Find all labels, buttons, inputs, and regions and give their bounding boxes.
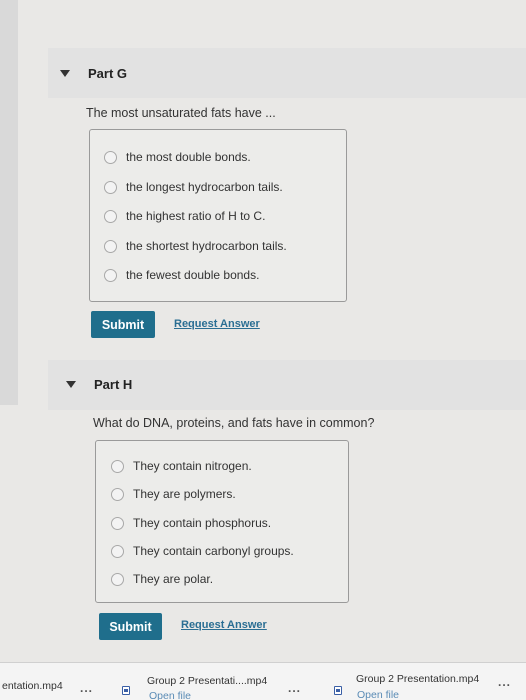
radio-button[interactable]: [111, 459, 124, 473]
part-h-option[interactable]: They are polymers.: [111, 487, 236, 501]
more-options-icon[interactable]: ...: [498, 675, 511, 689]
part-g-option[interactable]: the most double bonds.: [104, 150, 251, 164]
option-label: the most double bonds.: [126, 150, 251, 164]
part-h-question: What do DNA, proteins, and fats have in …: [93, 416, 375, 430]
file-icon: [334, 686, 342, 695]
part-g-option[interactable]: the highest ratio of H to C.: [104, 209, 265, 223]
more-options-icon[interactable]: ...: [80, 681, 93, 695]
file-icon: [122, 686, 130, 695]
radio-button[interactable]: [111, 572, 124, 586]
part-g-options-box: the most double bonds. the longest hydro…: [89, 129, 347, 302]
option-label: They contain nitrogen.: [133, 459, 252, 473]
radio-button[interactable]: [111, 487, 124, 501]
radio-button[interactable]: [111, 516, 124, 530]
part-h-option[interactable]: They contain nitrogen.: [111, 459, 252, 473]
option-label: the shortest hydrocarbon tails.: [126, 239, 287, 253]
left-sidebar-strip: [0, 0, 18, 405]
option-label: They contain phosphorus.: [133, 516, 272, 530]
part-g-header[interactable]: Part G: [60, 66, 127, 81]
radio-button[interactable]: [104, 180, 117, 194]
part-g-request-answer-link[interactable]: Request Answer: [174, 318, 260, 330]
part-g-option[interactable]: the longest hydrocarbon tails.: [104, 180, 283, 194]
download-bar: entation.mp4 ... Group 2 Presentati....m…: [0, 662, 526, 700]
part-g-submit-button[interactable]: Submit: [91, 311, 155, 338]
part-h-option[interactable]: They contain carbonyl groups.: [111, 544, 294, 558]
more-options-icon[interactable]: ...: [288, 681, 301, 695]
option-label: They are polar.: [133, 572, 214, 586]
option-label: the longest hydrocarbon tails.: [126, 180, 283, 194]
radio-button[interactable]: [104, 268, 117, 282]
part-h-title: Part H: [94, 377, 133, 392]
caret-down-icon[interactable]: [66, 381, 76, 388]
radio-button[interactable]: [104, 150, 117, 164]
option-label: They contain carbonyl groups.: [133, 544, 294, 558]
download-item-name[interactable]: Group 2 Presentati....mp4: [147, 675, 267, 687]
option-label: the fewest double bonds.: [126, 268, 260, 282]
part-h-option[interactable]: They contain phosphorus.: [111, 516, 271, 530]
part-h-request-answer-link[interactable]: Request Answer: [181, 619, 267, 631]
part-h-submit-button[interactable]: Submit: [99, 613, 162, 640]
caret-down-icon[interactable]: [60, 70, 70, 77]
open-file-link[interactable]: Open file: [357, 689, 399, 700]
option-label: They are polymers.: [133, 487, 236, 501]
radio-button[interactable]: [104, 239, 117, 253]
part-h-options-box: They contain nitrogen. They are polymers…: [95, 440, 349, 603]
part-g-option[interactable]: the fewest double bonds.: [104, 268, 259, 282]
part-g-title: Part G: [88, 66, 128, 81]
download-item-name[interactable]: entation.mp4: [2, 680, 63, 692]
part-h-header[interactable]: Part H: [66, 377, 132, 392]
part-h-option[interactable]: They are polar.: [111, 572, 213, 586]
part-g-option[interactable]: the shortest hydrocarbon tails.: [104, 239, 287, 253]
radio-button[interactable]: [111, 544, 124, 558]
open-file-link[interactable]: Open file: [149, 690, 191, 700]
option-label: the highest ratio of H to C.: [126, 209, 266, 223]
radio-button[interactable]: [104, 209, 117, 223]
part-g-question: The most unsaturated fats have ...: [86, 106, 276, 120]
download-item-name[interactable]: Group 2 Presentation.mp4: [356, 673, 479, 685]
